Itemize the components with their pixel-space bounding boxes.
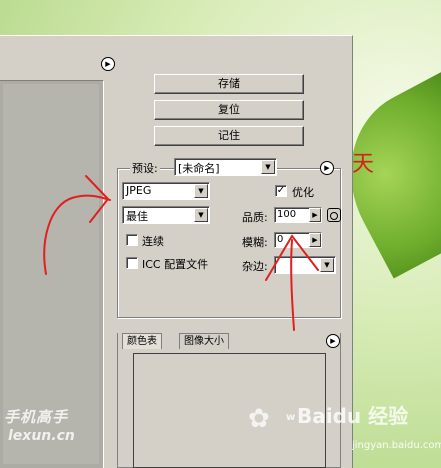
left-arrow-stroke (43, 194, 111, 275)
right-arrow-stroke (290, 239, 295, 331)
red-annotations (43, 175, 319, 331)
